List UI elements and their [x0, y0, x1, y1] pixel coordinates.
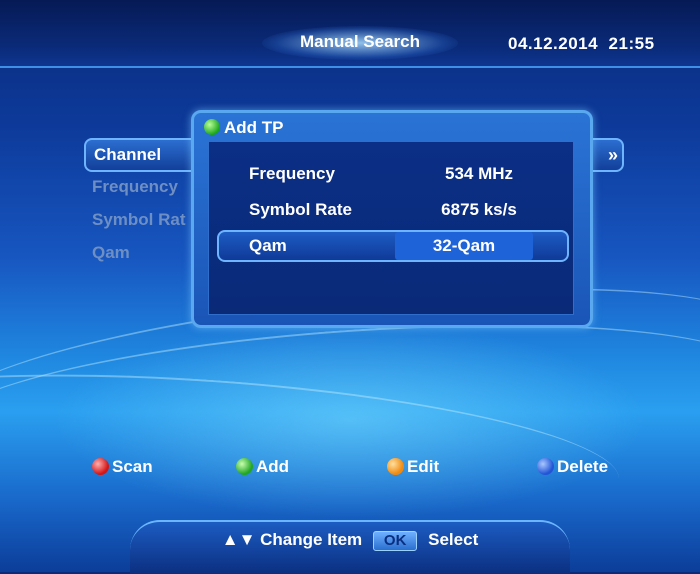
date: 04.12.2014 [508, 34, 599, 53]
symbol-rate-value[interactable]: 6875 ks/s [429, 196, 529, 224]
green-dot-icon [204, 119, 220, 135]
scan-button[interactable]: Scan [92, 456, 153, 478]
edit-button[interactable]: Edit [387, 456, 439, 478]
qam-label: Qam [249, 236, 287, 255]
green-dot-icon [236, 458, 253, 475]
ok-key-icon: OK [372, 531, 418, 551]
red-dot-icon [92, 458, 109, 475]
frequency-value[interactable]: 534 MHz [429, 160, 529, 188]
qam-value[interactable]: 32-Qam [395, 232, 533, 260]
symbol-rate-label: Symbol Rate [249, 200, 352, 219]
row-qam[interactable]: Qam 32-Qam [217, 230, 569, 262]
dialog-title: Add TP [204, 117, 284, 139]
orange-dot-icon [387, 458, 404, 475]
change-item-label: Change Item [260, 530, 363, 549]
add-label: Add [256, 457, 290, 476]
frequency-label: Frequency [249, 164, 335, 183]
dialog-body: Frequency 534 MHz Symbol Rate 6875 ks/s … [208, 141, 574, 315]
up-down-arrows-icon: ▲▼ [221, 530, 256, 549]
footer-hint: ▲▼ Change Item OK Select [130, 530, 570, 551]
time: 21:55 [608, 34, 655, 53]
menu-item-label: Channel [94, 145, 162, 164]
menu-item-label: Qam [92, 243, 130, 262]
add-button[interactable]: Add [236, 456, 289, 478]
add-tp-dialog: Add TP Frequency 534 MHz Symbol Rate 687… [191, 110, 593, 328]
blue-dot-icon [537, 458, 554, 475]
menu-item-label: Frequency [92, 177, 178, 196]
datetime: 04.12.2014 21:55 [508, 34, 655, 54]
delete-button[interactable]: Delete [537, 456, 608, 478]
dialog-title-text: Add TP [224, 118, 284, 137]
select-label: Select [428, 530, 479, 549]
header-bar: Manual Search 04.12.2014 21:55 [0, 0, 700, 68]
menu-item-label: Symbol Rat [92, 210, 186, 229]
footer-bar: ▲▼ Change Item OK Select [130, 520, 570, 574]
delete-label: Delete [557, 457, 609, 476]
edit-label: Edit [407, 457, 440, 476]
page-title: Manual Search [300, 32, 420, 51]
double-chevron-right-icon[interactable]: » [608, 140, 618, 170]
row-symbol-rate[interactable]: Symbol Rate 6875 ks/s [209, 196, 573, 224]
row-frequency[interactable]: Frequency 534 MHz [209, 160, 573, 188]
scan-label: Scan [112, 457, 153, 476]
